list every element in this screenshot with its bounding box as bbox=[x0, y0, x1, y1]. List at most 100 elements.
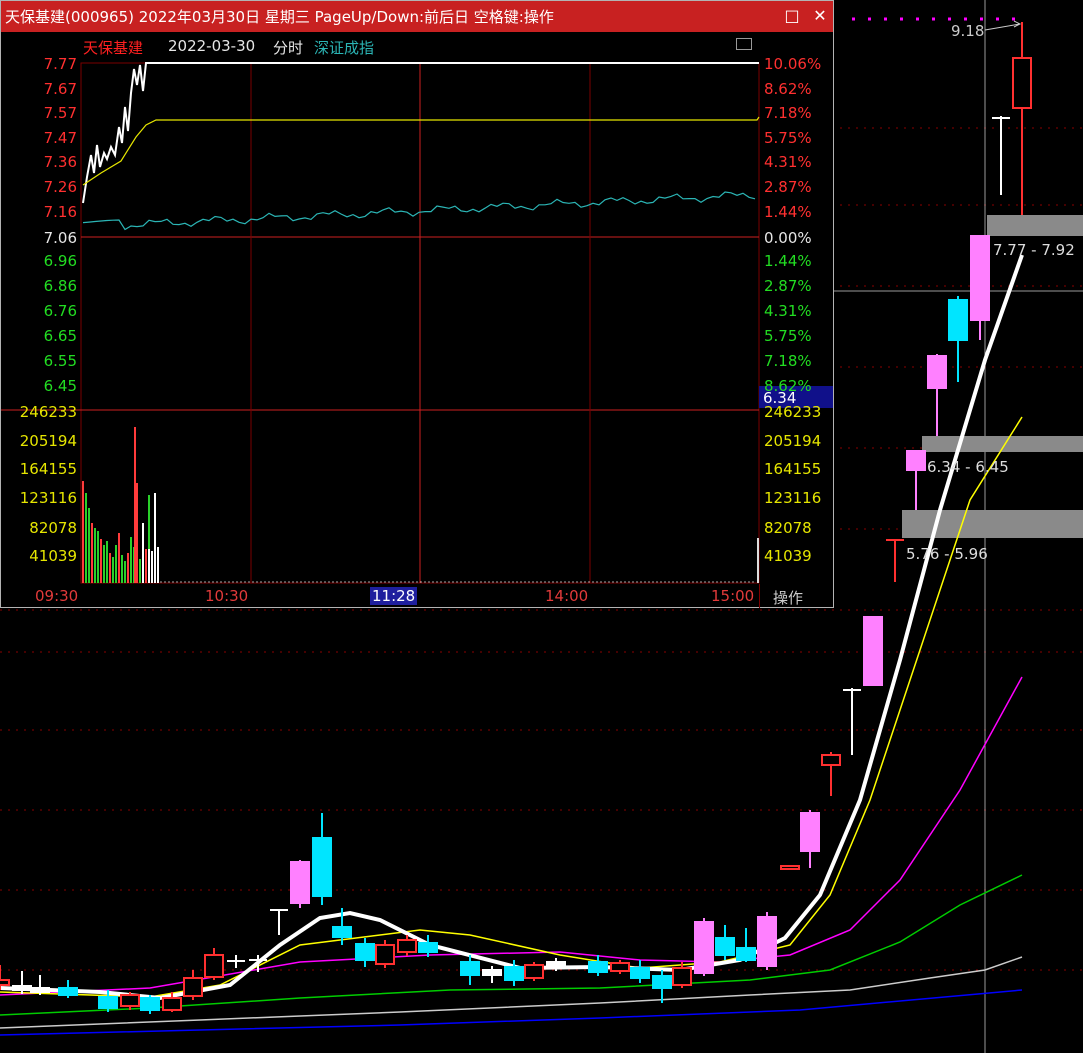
candle-body bbox=[355, 943, 375, 961]
candle-body bbox=[375, 944, 395, 965]
cursor-time-label: 11:28 bbox=[370, 587, 418, 605]
candle-body bbox=[821, 754, 841, 766]
ma20-line bbox=[0, 676, 1023, 996]
time-label: 10:30 bbox=[205, 587, 249, 605]
average-price-line bbox=[82, 116, 760, 186]
candle-body bbox=[204, 954, 224, 978]
candle-body bbox=[332, 926, 352, 938]
candle bbox=[120, 992, 140, 1010]
ops-button[interactable]: 操作 bbox=[773, 587, 803, 608]
candle-body bbox=[58, 987, 78, 996]
price-line bbox=[82, 62, 759, 204]
window-toggle-icon[interactable] bbox=[736, 38, 752, 50]
pct-axis-label: 4.31% bbox=[764, 153, 812, 171]
index-line bbox=[82, 191, 756, 231]
candle-body bbox=[98, 996, 118, 1009]
candle bbox=[588, 955, 608, 976]
price-axis-label: 6.76 bbox=[44, 302, 77, 320]
candle bbox=[418, 935, 438, 957]
candle bbox=[290, 860, 310, 908]
candle bbox=[715, 925, 735, 960]
candle bbox=[652, 970, 672, 1003]
time-label: 14:00 bbox=[545, 587, 589, 605]
price-axis-label: 7.47 bbox=[44, 129, 77, 147]
candle bbox=[140, 995, 160, 1014]
candle bbox=[694, 918, 714, 976]
candle-body bbox=[482, 969, 502, 976]
candle bbox=[886, 539, 904, 582]
maximize-button[interactable]: □ bbox=[782, 5, 802, 27]
candle bbox=[757, 912, 777, 970]
ma30-line bbox=[0, 874, 1023, 1016]
candle bbox=[227, 955, 245, 968]
pct-axis-label: 2.87% bbox=[764, 277, 812, 295]
volume-axis-label: 164155 bbox=[764, 460, 821, 478]
candle-body bbox=[546, 961, 566, 968]
candle-body bbox=[140, 997, 160, 1011]
popup-titlebar[interactable]: 天保基建(000965) 2022年03月30日 星期三 PageUp/Down… bbox=[1, 1, 833, 32]
candle bbox=[863, 616, 883, 686]
candle-body bbox=[757, 916, 777, 967]
candle-body bbox=[780, 865, 800, 870]
candle-body bbox=[610, 962, 630, 972]
candle bbox=[630, 960, 650, 983]
candle-body bbox=[0, 979, 10, 986]
zone-label-1: 7.77 - 7.92 bbox=[993, 241, 1075, 259]
pct-axis-label: 7.18% bbox=[764, 104, 812, 122]
candle bbox=[800, 810, 820, 868]
price-axis-label: 6.55 bbox=[44, 352, 77, 370]
index-name[interactable]: 深证成指 bbox=[314, 37, 374, 58]
pct-axis-label: 0.00% bbox=[764, 229, 812, 247]
close-button[interactable]: ✕ bbox=[810, 5, 830, 27]
candle bbox=[610, 960, 630, 974]
time-axis: 09:30 10:30 11:28 14:00 15:00 操作 bbox=[1, 584, 833, 608]
candle-body bbox=[694, 921, 714, 974]
time-label: 09:30 bbox=[35, 587, 79, 605]
candle-body bbox=[948, 299, 968, 341]
candle-body bbox=[800, 812, 820, 852]
candle-body bbox=[12, 985, 32, 991]
price-axis-label: 7.77 bbox=[44, 57, 77, 73]
candle bbox=[970, 235, 990, 340]
candle bbox=[927, 354, 947, 436]
candle-body bbox=[736, 947, 756, 961]
candle bbox=[524, 962, 544, 981]
pct-axis-label: 7.18% bbox=[764, 352, 812, 370]
intraday-chart[interactable]: 7.77 7.67 7.57 7.47 7.36 7.26 7.16 7.06 6.96 6.86… bbox=[1, 57, 833, 607]
candle-body bbox=[715, 937, 735, 956]
candle-body bbox=[1012, 57, 1032, 109]
chart-subheader: 天保基建 2022-03-30 分时 深证成指 bbox=[1, 33, 833, 57]
candle-body bbox=[30, 987, 50, 993]
pct-axis-label: 1.44% bbox=[764, 203, 812, 221]
candle bbox=[204, 948, 224, 980]
candle-body bbox=[120, 994, 140, 1007]
candle-body bbox=[183, 977, 203, 997]
candle-body bbox=[524, 964, 544, 979]
candle bbox=[270, 909, 288, 935]
price-axis-label: 6.96 bbox=[44, 252, 77, 270]
candle-body bbox=[863, 616, 883, 686]
candle bbox=[992, 116, 1010, 195]
pct-axis-label: 2.87% bbox=[764, 178, 812, 196]
pct-axis-label: 5.75% bbox=[764, 327, 812, 345]
pct-axis-label: 10.06% bbox=[764, 57, 821, 73]
pct-axis-label: 8.62% bbox=[764, 80, 812, 98]
price-zone bbox=[922, 436, 1083, 452]
candle bbox=[843, 688, 861, 755]
candle-body bbox=[588, 961, 608, 973]
chart-mode: 分时 bbox=[273, 39, 304, 57]
candle bbox=[948, 296, 968, 382]
candle-body bbox=[652, 975, 672, 989]
time-label: 15:00 bbox=[711, 587, 755, 605]
high-arrow bbox=[984, 20, 1022, 31]
pct-axis-label: 1.44% bbox=[764, 252, 812, 270]
intraday-popup[interactable]: 天保基建(000965) 2022年03月30日 星期三 PageUp/Down… bbox=[0, 0, 834, 608]
candle bbox=[460, 955, 480, 985]
zone-label-3: 5.76 - 5.96 bbox=[906, 545, 988, 563]
cursor-price: 6.34 bbox=[763, 389, 796, 407]
volume-axis-label: 41039 bbox=[764, 547, 812, 565]
candle bbox=[780, 865, 800, 870]
candle-body bbox=[418, 942, 438, 953]
price-axis-label: 7.16 bbox=[44, 203, 77, 221]
candle bbox=[58, 980, 78, 998]
